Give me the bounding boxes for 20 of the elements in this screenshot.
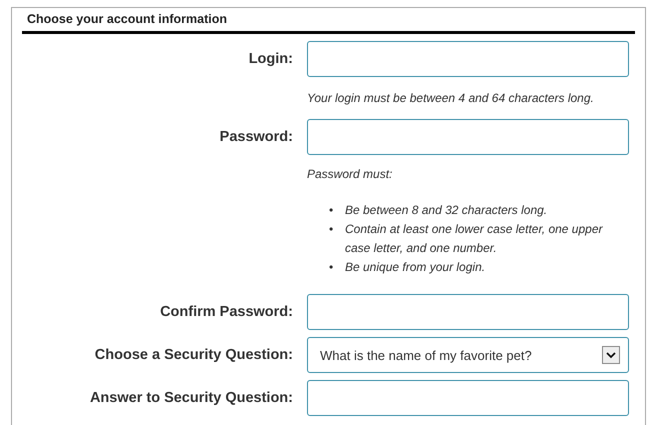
bullet: • <box>329 202 334 219</box>
input-field[interactable] <box>307 119 629 155</box>
field-label: Answer to Security Question: <box>88 390 293 406</box>
section-title: Choose your account information <box>22 8 635 34</box>
hint-text: Password must: <box>307 167 392 181</box>
field-label: Confirm Password: <box>159 304 293 320</box>
bullet: • <box>329 221 334 238</box>
field-label: Login: <box>248 51 293 67</box>
field-label: Password: <box>218 129 293 145</box>
security-question-select[interactable]: What is the name of my favorite pet? <box>307 337 629 373</box>
bullet: • <box>329 259 334 276</box>
input-field[interactable] <box>307 380 629 416</box>
rule-item: Contain at least one lower case letter, one upper case letter, and one number. <box>345 221 604 257</box>
input-field[interactable] <box>307 294 629 330</box>
input-field[interactable] <box>307 41 629 77</box>
rule-item: Be between 8 and 32 characters long. <box>345 202 548 219</box>
rule-item: Be unique from your login. <box>345 259 486 276</box>
hint-text: Your login must be between 4 and 64 characters long. <box>307 91 594 105</box>
field-label: Choose a Security Question: <box>94 347 293 363</box>
dropdown-caret-icon[interactable] <box>602 346 620 364</box>
